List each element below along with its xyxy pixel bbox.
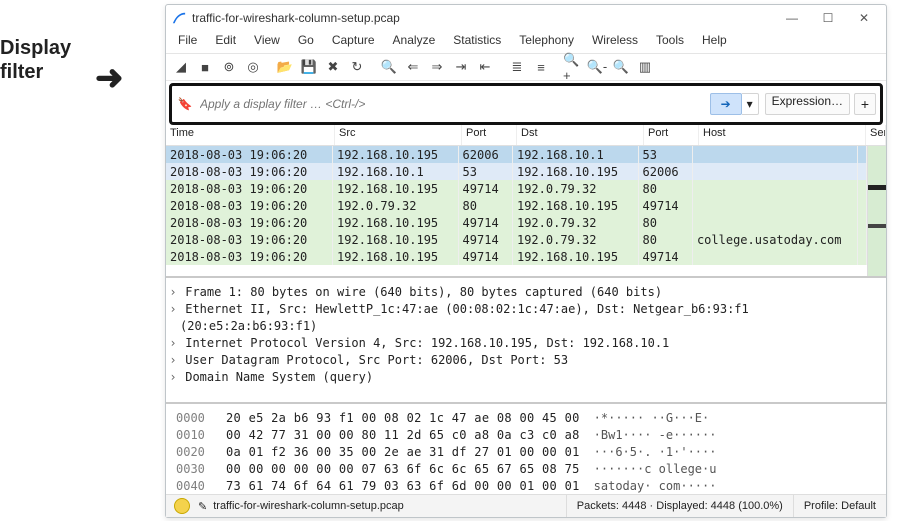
wireshark-window: traffic-for-wireshark-column-setup.pcap … xyxy=(165,4,887,518)
packet-row[interactable]: 2018-08-03 19:06:20192.0.79.3280192.168.… xyxy=(166,197,867,214)
close-button[interactable]: ✕ xyxy=(846,7,882,29)
packet-row[interactable]: 2018-08-03 19:06:20192.168.10.1954971419… xyxy=(166,214,867,231)
packet-row[interactable]: 2018-08-03 19:06:20192.168.10.1956200619… xyxy=(166,146,867,163)
menubar: FileEditViewGoCaptureAnalyzeStatisticsTe… xyxy=(166,31,886,54)
hex-row[interactable]: 004073 61 74 6f 64 61 79 03 63 6f 6d 00 … xyxy=(176,478,876,494)
hex-row[interactable]: 003000 00 00 00 00 00 07 63 6f 6c 6c 65 … xyxy=(176,461,876,478)
packet-list[interactable]: 2018-08-03 19:06:20192.168.10.1956200619… xyxy=(166,146,867,276)
titlebar: traffic-for-wireshark-column-setup.pcap … xyxy=(166,5,886,31)
menu-help[interactable]: Help xyxy=(694,31,735,53)
detail-row[interactable]: › Ethernet II, Src: HewlettP_1c:47:ae (0… xyxy=(180,301,880,335)
window-title: traffic-for-wireshark-column-setup.pcap xyxy=(192,11,774,25)
restart-icon[interactable]: ⊚ xyxy=(218,56,240,78)
expand-icon[interactable]: › xyxy=(168,335,178,352)
detail-row[interactable]: › Frame 1: 80 bytes on wire (640 bits), … xyxy=(180,284,880,301)
options-icon[interactable]: ◎ xyxy=(242,56,264,78)
autoscroll-icon[interactable]: ≣ xyxy=(506,56,528,78)
display-filter-bar: 🔖 ➔ ▾ Expression… + xyxy=(169,83,883,125)
menu-analyze[interactable]: Analyze xyxy=(385,31,444,53)
fin-icon[interactable]: ◢ xyxy=(170,56,192,78)
packet-row[interactable]: 2018-08-03 19:06:20192.168.10.1954971419… xyxy=(166,231,867,248)
expand-icon[interactable]: › xyxy=(168,301,178,318)
menu-edit[interactable]: Edit xyxy=(207,31,244,53)
detail-row[interactable]: › Domain Name System (query) xyxy=(180,369,880,386)
wireshark-icon xyxy=(172,11,186,25)
col-dst[interactable]: Dst xyxy=(517,125,644,145)
zoom-reset-icon[interactable]: 🔍 xyxy=(610,56,632,78)
status-filename: traffic-for-wireshark-column-setup.pcap xyxy=(213,500,566,512)
packet-bytes-pane[interactable]: 000020 e5 2a b6 93 f1 00 08 02 1c 47 ae … xyxy=(166,404,886,494)
resize-cols-icon[interactable]: ▥ xyxy=(634,56,656,78)
packet-row[interactable]: 2018-08-03 19:06:20192.168.10.1954971419… xyxy=(166,248,867,265)
expand-icon[interactable]: › xyxy=(168,352,178,369)
packet-row[interactable]: 2018-08-03 19:06:20192.168.10.1954971419… xyxy=(166,180,867,197)
bookmark-icon[interactable]: 🔖 xyxy=(176,95,194,113)
jump-icon[interactable]: ⇥ xyxy=(450,56,472,78)
menu-telephony[interactable]: Telephony xyxy=(511,31,582,53)
packet-details-pane[interactable]: › Frame 1: 80 bytes on wire (640 bits), … xyxy=(166,278,886,404)
apply-filter-button[interactable]: ➔ xyxy=(710,93,742,115)
hex-row[interactable]: 001000 42 77 31 00 00 80 11 2d 65 c0 a8 … xyxy=(176,427,876,444)
col-host[interactable]: Host xyxy=(699,125,866,145)
status-profile[interactable]: Profile: Default xyxy=(793,495,886,517)
close-file-icon[interactable]: ✖ xyxy=(322,56,344,78)
expression-button[interactable]: Expression… xyxy=(765,93,850,115)
menu-tools[interactable]: Tools xyxy=(648,31,692,53)
col-sport[interactable]: Port xyxy=(462,125,517,145)
save-icon[interactable]: 💾 xyxy=(298,56,320,78)
menu-capture[interactable]: Capture xyxy=(324,31,383,53)
col-dport[interactable]: Port xyxy=(644,125,699,145)
status-bar: ✎ traffic-for-wireshark-column-setup.pca… xyxy=(166,494,886,517)
colorize-icon[interactable]: ≡ xyxy=(530,56,552,78)
expand-icon[interactable]: › xyxy=(168,284,178,301)
intelligent-scrollbar[interactable] xyxy=(867,146,886,276)
col-src[interactable]: Src xyxy=(335,125,462,145)
expand-icon[interactable]: › xyxy=(168,369,178,386)
menu-view[interactable]: View xyxy=(246,31,288,53)
main-toolbar: ◢■⊚◎📂💾✖↻🔍⇐⇒⇥⇤≣≡🔍+🔍-🔍▥ xyxy=(166,54,886,81)
hex-row[interactable]: 000020 e5 2a b6 93 f1 00 08 02 1c 47 ae … xyxy=(176,410,876,427)
menu-file[interactable]: File xyxy=(170,31,205,53)
packet-list-header[interactable]: Time Src Port Dst Port Host Server Name xyxy=(166,125,886,146)
col-server-name[interactable]: Server Name xyxy=(866,125,886,145)
menu-go[interactable]: Go xyxy=(290,31,322,53)
display-filter-input[interactable] xyxy=(198,93,710,115)
minimize-button[interactable]: — xyxy=(774,7,810,29)
status-packets: Packets: 4448 · Displayed: 4448 (100.0%) xyxy=(566,495,793,517)
detail-row[interactable]: › Internet Protocol Version 4, Src: 192.… xyxy=(180,335,880,352)
stop-icon[interactable]: ■ xyxy=(194,56,216,78)
capture-file-icon: ✎ xyxy=(198,500,207,513)
back-icon[interactable]: ⇐ xyxy=(402,56,424,78)
zoom-out-icon[interactable]: 🔍- xyxy=(586,56,608,78)
filter-dropdown-button[interactable]: ▾ xyxy=(742,93,759,115)
expert-info-icon[interactable] xyxy=(174,498,190,514)
detail-row[interactable]: › User Datagram Protocol, Src Port: 6200… xyxy=(180,352,880,369)
add-filter-button[interactable]: + xyxy=(854,93,876,115)
find-icon[interactable]: 🔍 xyxy=(378,56,400,78)
packet-row[interactable]: 2018-08-03 19:06:20192.168.10.153192.168… xyxy=(166,163,867,180)
hex-row[interactable]: 00200a 01 f2 36 00 35 00 2e ae 31 df 27 … xyxy=(176,444,876,461)
arrow-icon: ➜ xyxy=(95,66,124,90)
open-icon[interactable]: 📂 xyxy=(274,56,296,78)
jump-last-icon[interactable]: ⇤ xyxy=(474,56,496,78)
reload-icon[interactable]: ↻ xyxy=(346,56,368,78)
menu-wireless[interactable]: Wireless xyxy=(584,31,646,53)
annotation-label: Display filter ➜ xyxy=(0,36,71,84)
maximize-button[interactable]: ☐ xyxy=(810,7,846,29)
zoom-in-icon[interactable]: 🔍+ xyxy=(562,56,584,78)
col-time[interactable]: Time xyxy=(166,125,335,145)
menu-statistics[interactable]: Statistics xyxy=(445,31,509,53)
fwd-icon[interactable]: ⇒ xyxy=(426,56,448,78)
